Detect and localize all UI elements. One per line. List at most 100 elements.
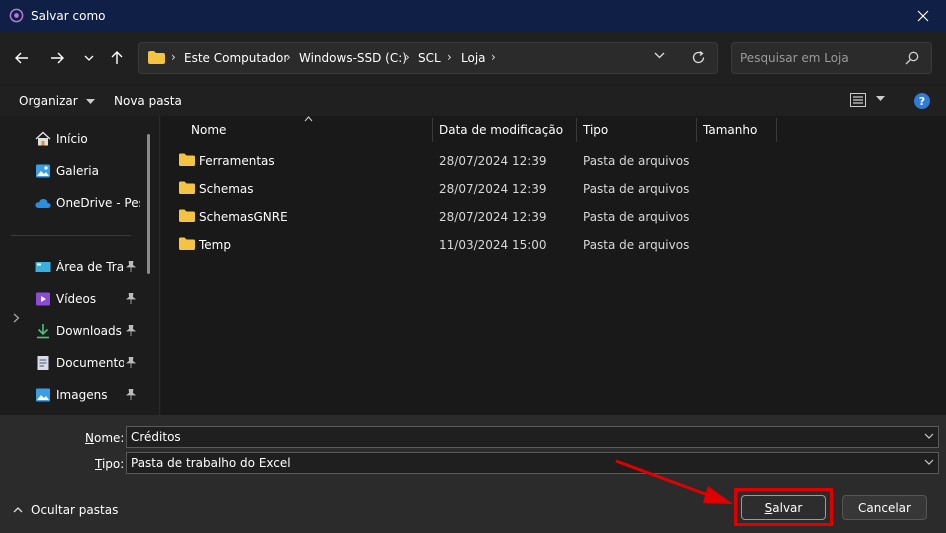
file-name-input[interactable] [131,430,911,444]
video-icon [36,292,50,306]
column-header-type[interactable]: Tipo [583,123,608,137]
file-type: Pasta de arquivos [583,210,690,224]
sidebar-item-desktop[interactable]: Área de Trabalho [0,253,150,281]
file-type-select[interactable] [126,452,939,474]
sidebar-item-documents[interactable]: Documentos [0,349,150,377]
chevron-down-icon[interactable] [924,459,934,465]
address-history-dropdown-icon[interactable] [654,52,665,59]
file-name-label: Nome: [85,431,124,445]
sidebar-item-pictures[interactable]: Imagens [0,381,150,409]
close-button[interactable] [900,0,946,32]
file-type: Pasta de arquivos [583,238,690,252]
file-type-label-text: ipo: [101,457,125,471]
table-row[interactable]: Temp 11/03/2024 15:00 Pasta de arquivos [161,233,946,257]
breadcrumb-this-pc[interactable]: Este Computador [184,51,288,65]
column-divider[interactable] [576,118,577,142]
file-list: Nome Data de modificação Tipo Tamanho Fe… [161,116,946,415]
refresh-icon[interactable] [691,50,706,65]
hide-folders-button[interactable]: Ocultar pastas [13,503,118,517]
download-icon [37,324,49,339]
sidebar-item-label: Área de Trabalho [56,260,124,274]
table-row[interactable]: SchemasGNRE 28/07/2024 12:39 Pasta de ar… [161,205,946,229]
breadcrumb-scl[interactable]: SCL [418,51,441,65]
organize-label: Organizar [19,94,78,108]
sidebar-item-label: Início [56,132,88,146]
save-accesskey: S [764,500,773,515]
sidebar-divider [11,235,131,236]
table-row[interactable]: Schemas 28/07/2024 12:39 Pasta de arquiv… [161,177,946,201]
pin-icon[interactable] [126,357,136,368]
pin-icon[interactable] [126,293,136,304]
search-input[interactable] [740,50,900,66]
sidebar-item-label: Vídeos [56,292,97,306]
forward-button[interactable] [44,46,70,70]
folder-icon [179,181,195,194]
pin-icon[interactable] [126,261,136,272]
column-header-name[interactable]: Nome [191,123,226,137]
pin-icon[interactable] [126,325,136,336]
sidebar-item-label: Galeria [56,164,99,178]
breadcrumb-separator-icon: › [447,50,452,64]
cancel-button[interactable]: Cancelar [842,495,927,520]
hide-folders-label: Ocultar pastas [31,503,119,517]
cloud-icon [35,198,51,208]
breadcrumb-drive[interactable]: Windows-SSD (C:) [299,51,407,65]
arrow-up-icon [111,51,123,64]
sidebar-item-videos[interactable]: Vídeos [0,285,150,313]
column-divider[interactable] [776,118,777,142]
chevron-down-icon [84,55,94,61]
table-row[interactable]: Ferramentas 28/07/2024 12:39 Pasta de ar… [161,149,946,173]
breadcrumb-separator-icon: › [405,50,410,64]
sidebar-item-label: Imagens [56,388,108,402]
organize-menu[interactable]: Organizar [19,94,95,108]
sort-ascending-icon [304,116,313,122]
document-icon [37,356,49,370]
file-type: Pasta de arquivos [583,154,690,168]
desktop-icon [35,262,51,272]
view-list-icon[interactable] [850,93,866,107]
recent-locations-button[interactable] [76,46,102,70]
column-divider[interactable] [432,118,433,142]
chevron-up-icon [13,507,23,513]
back-button[interactable] [9,46,35,70]
sidebar-item-downloads[interactable]: Downloads [0,317,150,345]
file-name: Temp [199,238,231,252]
navigation-pane: Início Galeria OneDrive - Pessoal Área d… [0,116,160,415]
file-modified: 28/07/2024 12:39 [439,210,547,224]
save-label: alvar [772,500,803,515]
gallery-icon [36,164,50,178]
file-name-combobox[interactable] [126,426,939,448]
title-bar: Salvar como [0,0,946,32]
file-name-label-accesskey: N [85,431,94,445]
breadcrumb-loja[interactable]: Loja [461,51,486,65]
view-options-dropdown-icon[interactable] [876,96,885,102]
file-modified: 11/03/2024 15:00 [439,238,547,252]
file-type-value[interactable] [131,456,911,470]
help-button[interactable]: ? [914,93,930,109]
sidebar-scrollbar[interactable] [147,134,150,274]
sidebar-item-label: Downloads [56,324,122,338]
address-bar[interactable]: › Este Computador › Windows-SSD (C:) › S… [138,42,718,74]
file-type-label: Tipo: [95,457,124,471]
save-button[interactable]: Salvar [741,495,826,520]
new-folder-button[interactable]: Nova pasta [114,94,182,108]
sidebar-item-onedrive[interactable]: OneDrive - Pessoal [0,189,150,217]
close-icon [917,10,929,22]
sidebar-item-gallery[interactable]: Galeria [0,157,150,185]
breadcrumb-separator-icon: › [171,50,176,64]
image-icon [36,388,50,402]
window-title: Salvar como [31,9,106,23]
chevron-down-icon[interactable] [924,433,934,439]
pin-icon[interactable] [126,389,136,400]
breadcrumb-separator-icon: › [286,50,291,64]
column-header-modified[interactable]: Data de modificação [439,123,563,137]
search-box[interactable] [731,42,932,74]
arrow-right-icon [51,52,64,64]
file-name: SchemasGNRE [199,210,288,224]
search-icon[interactable] [905,51,919,65]
column-divider[interactable] [696,118,697,142]
up-button[interactable] [104,46,130,70]
column-header-size[interactable]: Tamanho [703,123,757,137]
sidebar-item-home[interactable]: Início [0,125,150,153]
folder-icon [179,153,195,166]
